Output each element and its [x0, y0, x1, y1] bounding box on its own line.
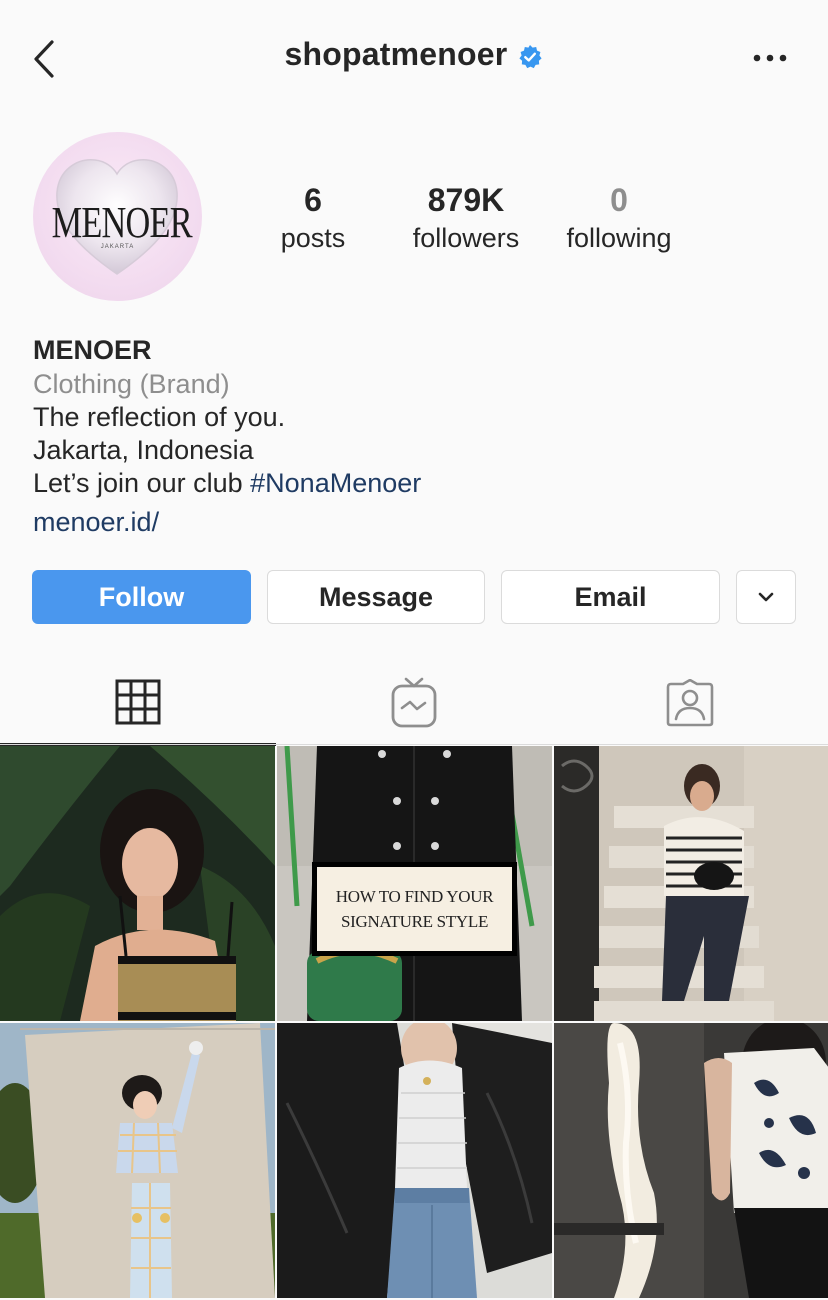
bio-line-tagline: The reflection of you. — [33, 402, 286, 432]
post-image — [0, 746, 275, 1021]
profile-bio: MENOER Clothing (Brand) The reflection o… — [33, 333, 793, 542]
message-button[interactable]: Message — [267, 570, 485, 624]
followers-count-value: 879K — [427, 182, 505, 218]
avatar-logo-text: MENOER — [51, 198, 193, 247]
following-count-value: 0 — [610, 182, 628, 218]
grid-icon — [115, 679, 161, 724]
following-count-label: following — [566, 223, 672, 253]
post-card-line2: SIGNATURE STYLE — [340, 912, 489, 931]
tagged-icon — [666, 679, 714, 727]
post-image — [0, 1023, 275, 1298]
profile-display-name: MENOER — [33, 335, 152, 365]
followers-count-label: followers — [412, 223, 520, 253]
profile-avatar[interactable]: MENOER JAKARTA — [33, 132, 202, 301]
top-bar: shopatmenoer — [0, 0, 828, 118]
more-horizontal-icon — [753, 54, 787, 62]
bio-club-text: Let’s join our club — [33, 468, 251, 498]
tabs-divider — [0, 744, 828, 745]
tab-igtv[interactable] — [276, 660, 552, 746]
email-button[interactable]: Email — [501, 570, 720, 624]
profile-username: shopatmenoer — [284, 36, 508, 72]
post-thumbnail[interactable] — [554, 1023, 828, 1298]
posts-count-value: 6 — [304, 182, 322, 218]
bio-line-club: Let’s join our club #NonaMenoer — [33, 467, 793, 500]
post-text-card: HOW TO FIND YOUR SIGNATURE STYLE — [312, 862, 517, 956]
profile-page: shopatmenoer MENOER JAKARTA 6 posts 879K… — [0, 0, 828, 1300]
post-thumbnail[interactable] — [0, 746, 275, 1021]
title-group: shopatmenoer — [0, 36, 828, 73]
bio-line-location: Jakarta, Indonesia — [33, 435, 254, 465]
post-image — [554, 1023, 828, 1298]
hashtag-link[interactable]: #NonaMenoer — [250, 468, 421, 498]
profile-category: Clothing (Brand) — [33, 369, 230, 399]
posts-count[interactable]: 6 posts — [262, 180, 364, 256]
post-thumbnail[interactable] — [277, 1023, 552, 1298]
post-text-card-inner: HOW TO FIND YOUR SIGNATURE STYLE — [317, 867, 512, 951]
following-count[interactable]: 0 following — [555, 180, 683, 256]
follow-button[interactable]: Follow — [32, 570, 251, 624]
website-link[interactable]: menoer.id/ — [33, 502, 793, 542]
post-card-line1: HOW TO FIND YOUR — [335, 887, 494, 906]
more-options-button[interactable] — [750, 44, 790, 74]
tab-tagged[interactable] — [552, 660, 828, 746]
suggested-accounts-button[interactable] — [736, 570, 796, 624]
profile-tabs — [0, 660, 828, 746]
post-thumbnail[interactable] — [0, 1023, 275, 1298]
chevron-down-icon — [758, 592, 774, 602]
verified-badge-icon — [519, 44, 543, 68]
post-image — [554, 746, 828, 1021]
tab-grid[interactable] — [0, 660, 276, 746]
posts-count-label: posts — [280, 223, 346, 253]
post-image — [277, 1023, 552, 1298]
igtv-icon — [391, 677, 437, 728]
followers-count[interactable]: 879K followers — [400, 180, 532, 256]
avatar-logo-subtext: JAKARTA — [100, 244, 135, 250]
post-thumbnail[interactable]: HOW TO FIND YOUR SIGNATURE STYLE — [277, 746, 552, 1021]
post-thumbnail[interactable] — [554, 746, 828, 1021]
